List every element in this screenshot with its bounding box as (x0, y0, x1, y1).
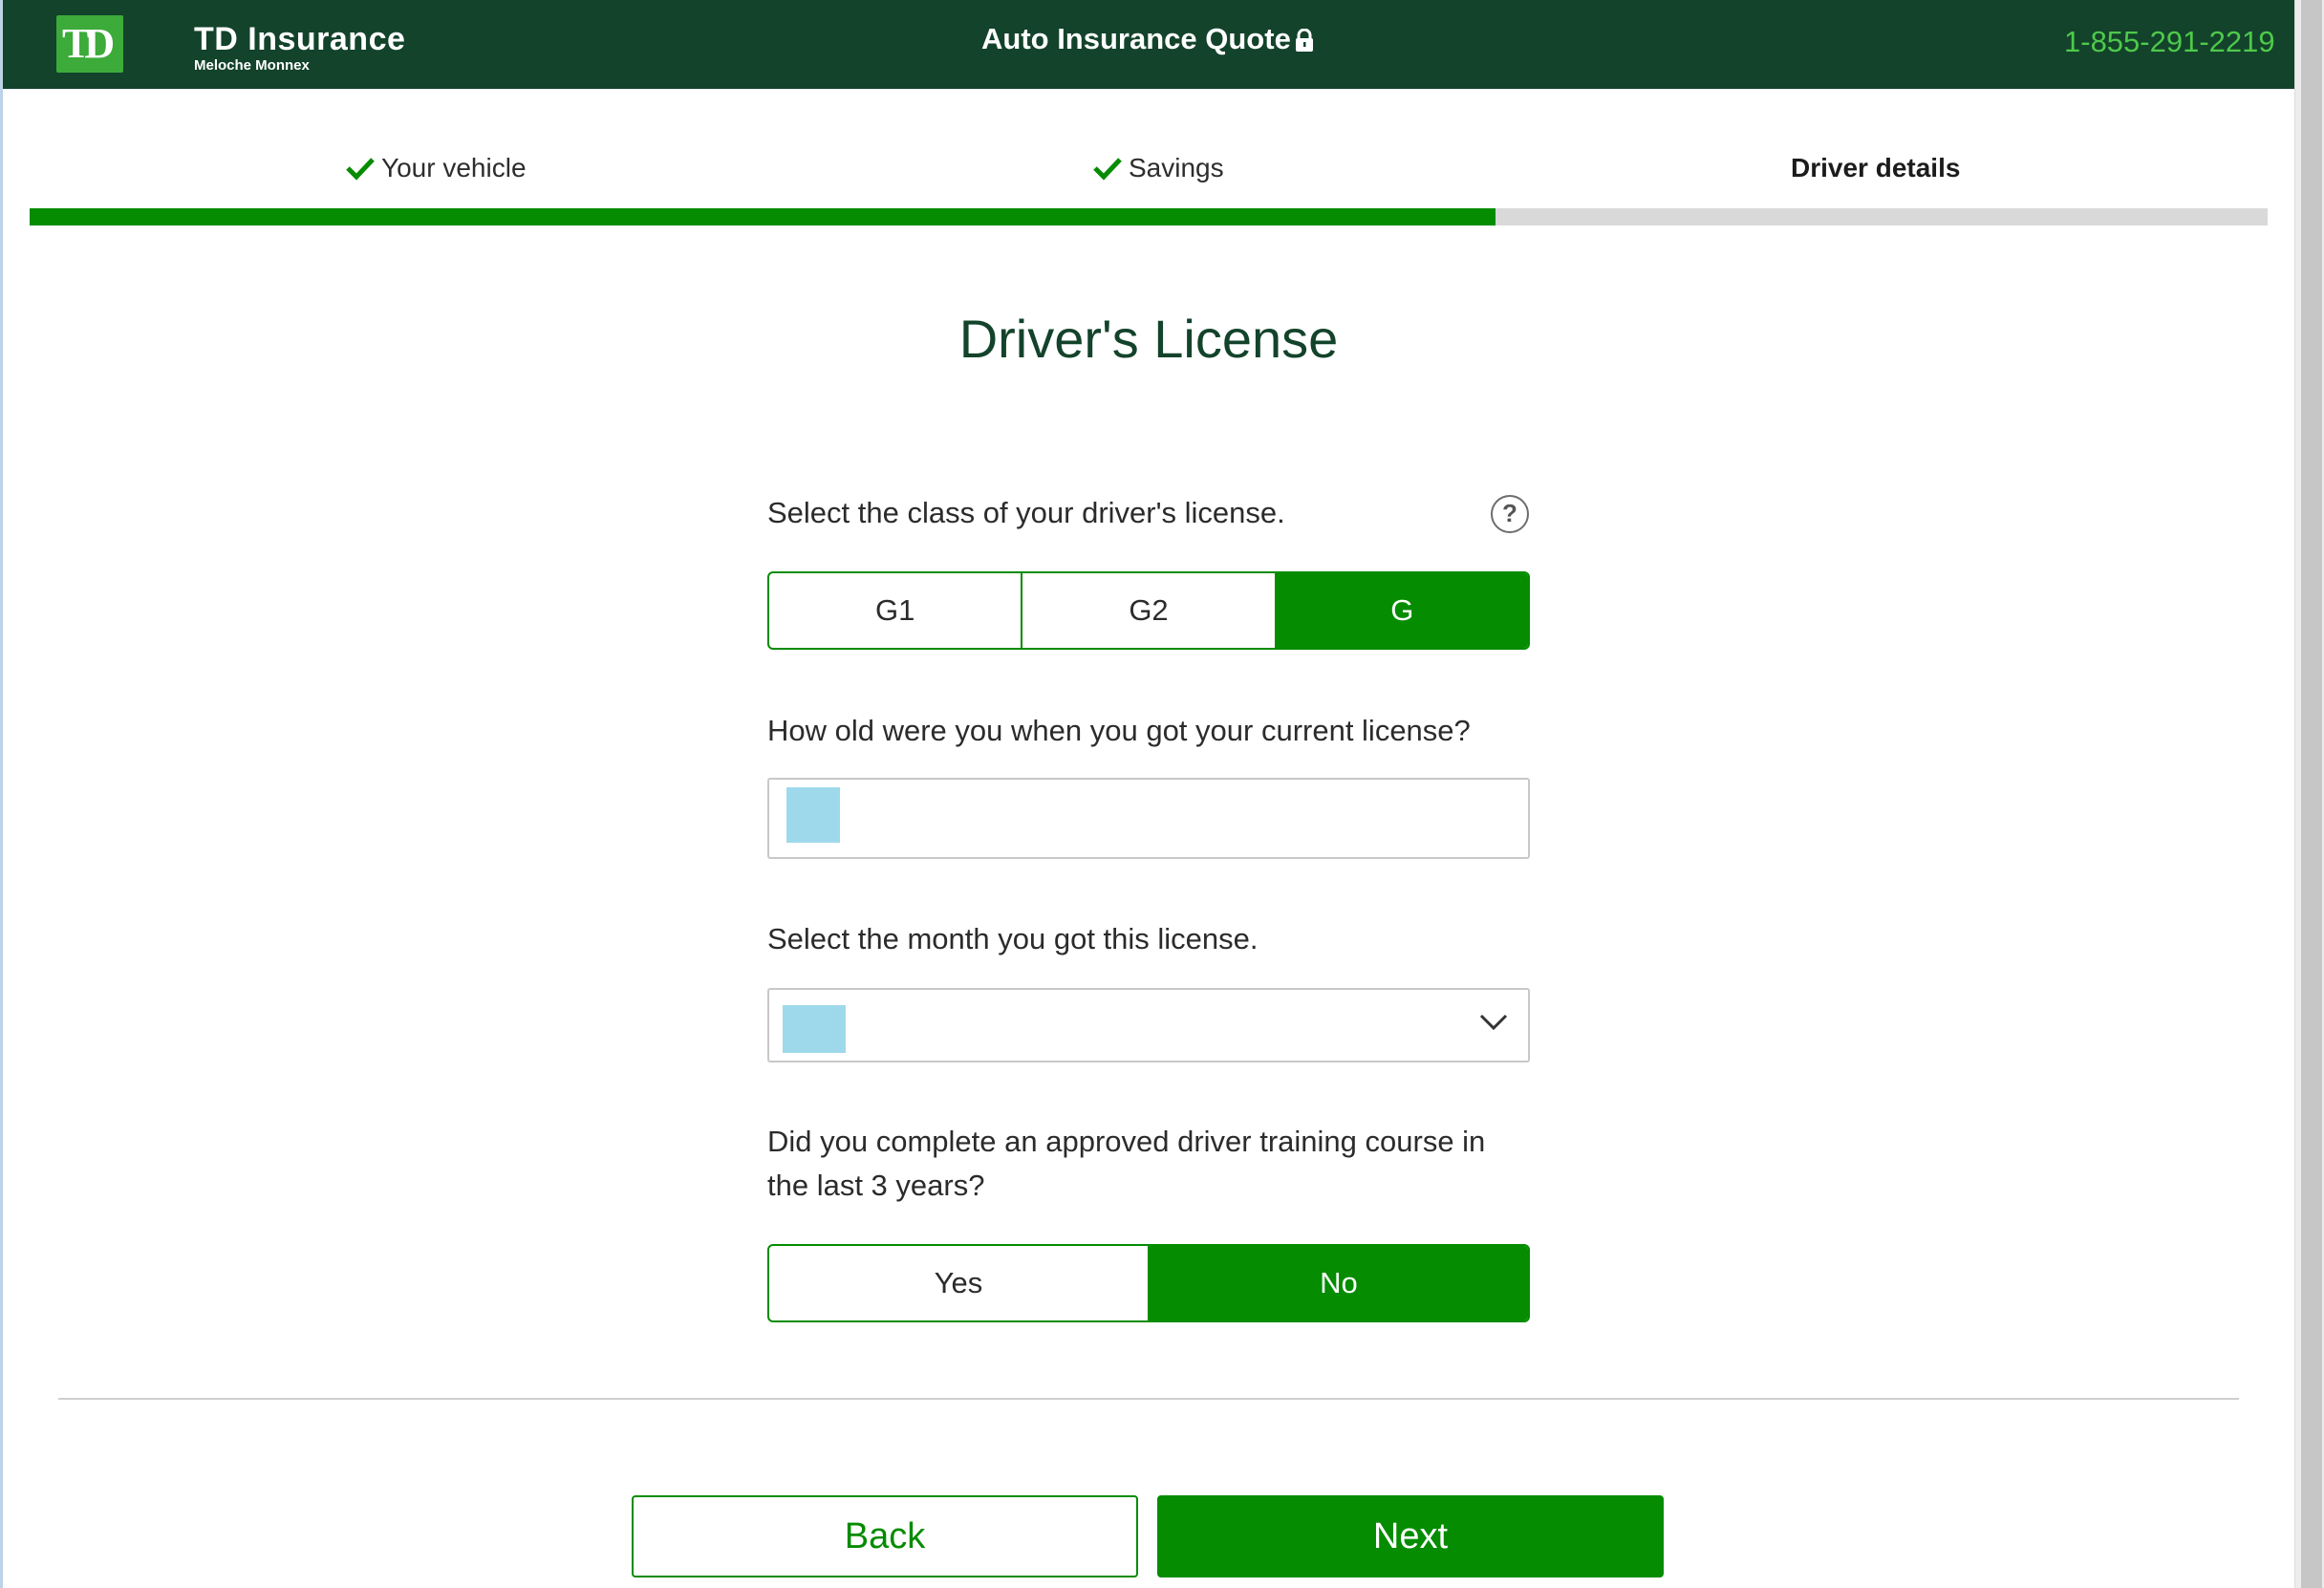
brand-name: TD Insurance (194, 21, 406, 57)
redacted-value (783, 1005, 846, 1053)
divider (58, 1398, 2239, 1400)
page: TD TD Insurance Meloche Monnex Auto Insu… (0, 0, 2324, 1588)
next-button[interactable]: Next (1157, 1495, 1664, 1577)
license-class-label: Select the class of your driver's licens… (767, 496, 1285, 529)
license-class-g-button[interactable]: G (1276, 573, 1528, 648)
page-header-title: Auto Insurance Quote (981, 22, 1291, 55)
back-button[interactable]: Back (632, 1495, 1138, 1577)
td-logo-text: TD (62, 20, 115, 67)
step-savings[interactable]: Savings (1129, 153, 1224, 183)
progress-bar-fill (30, 208, 1496, 225)
phone-number-link[interactable]: 1-855-291-2219 (2064, 25, 2275, 59)
check-icon (346, 158, 375, 181)
site-header: TD TD Insurance Meloche Monnex Auto Insu… (3, 0, 2294, 89)
step-your-vehicle[interactable]: Your vehicle (381, 153, 527, 183)
license-class-g1-button[interactable]: G1 (769, 573, 1023, 648)
training-course-selector: Yes No (767, 1244, 1530, 1322)
step-driver-details: Driver details (1791, 153, 1961, 182)
lock-icon (1296, 29, 1313, 52)
chevron-down-icon (1479, 1014, 1508, 1031)
training-course-label: Did you complete an approved driver trai… (767, 1125, 1486, 1202)
vertical-scrollbar[interactable] (2294, 0, 2324, 1588)
license-month-select[interactable] (767, 988, 1530, 1062)
td-logo[interactable]: TD (56, 15, 123, 73)
license-class-selector: G1 G2 G (767, 571, 1530, 650)
training-no-button[interactable]: No (1150, 1246, 1528, 1320)
progress-bar (30, 208, 2268, 225)
license-month-label: Select the month you got this license. (767, 922, 1259, 955)
help-icon[interactable]: ? (1491, 495, 1529, 533)
license-age-input[interactable] (767, 778, 1530, 859)
license-age-label: How old were you when you got your curre… (767, 714, 1471, 747)
scrollbar-thumb[interactable] (2301, 0, 2322, 1588)
brand-subtitle: Meloche Monnex (194, 57, 310, 74)
check-icon (1093, 158, 1122, 181)
page-title: Driver's License (958, 309, 1339, 369)
redacted-value (786, 787, 840, 843)
license-class-g2-button[interactable]: G2 (1022, 573, 1277, 648)
training-yes-button[interactable]: Yes (769, 1246, 1150, 1320)
